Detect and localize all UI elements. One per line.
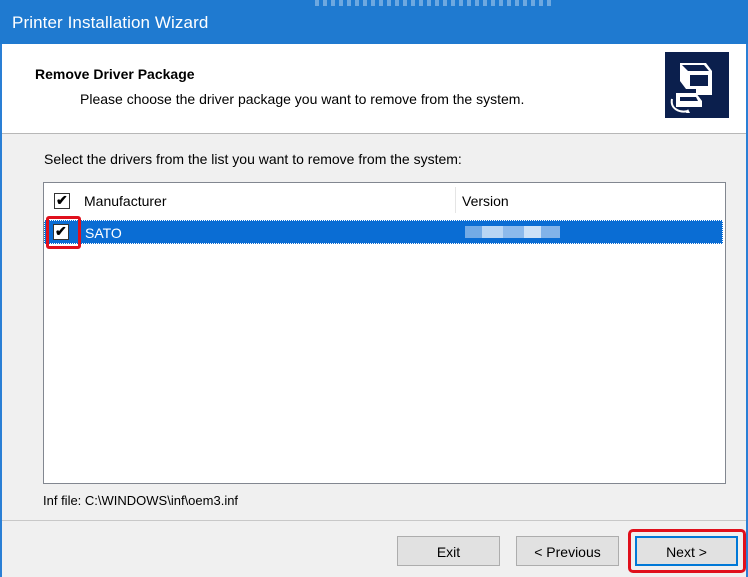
page-heading: Remove Driver Package bbox=[35, 66, 195, 82]
printer-driver-icon bbox=[665, 52, 729, 118]
instruction-label: Select the drivers from the list you wan… bbox=[44, 151, 462, 167]
page-subheading: Please choose the driver package you wan… bbox=[80, 91, 525, 107]
list-header: ✔ Manufacturer Version bbox=[44, 183, 725, 217]
driver-list[interactable]: ✔ Manufacturer Version ✔ SATO bbox=[43, 182, 726, 484]
exit-button[interactable]: Exit bbox=[397, 536, 500, 566]
window-title: Printer Installation Wizard bbox=[12, 13, 209, 32]
select-all-checkbox[interactable]: ✔ bbox=[54, 192, 70, 209]
check-icon: ✔ bbox=[56, 192, 68, 208]
wizard-header bbox=[2, 44, 746, 133]
title-bar: Printer Installation Wizard bbox=[0, 0, 748, 44]
inf-file-label: Inf file: C:\WINDOWS\inf\oem3.inf bbox=[43, 493, 239, 508]
version-cell-blurred bbox=[465, 226, 560, 238]
list-row-sato[interactable]: ✔ SATO bbox=[44, 220, 723, 244]
previous-button[interactable]: < Previous bbox=[516, 536, 619, 566]
column-header-manufacturer[interactable]: Manufacturer bbox=[84, 193, 166, 209]
titlebar-blur bbox=[315, 0, 555, 6]
column-header-version[interactable]: Version bbox=[462, 193, 509, 209]
manufacturer-cell: SATO bbox=[85, 225, 122, 241]
next-button-highlight bbox=[628, 529, 746, 573]
column-divider[interactable] bbox=[455, 187, 456, 213]
checkbox-highlight bbox=[46, 216, 81, 249]
